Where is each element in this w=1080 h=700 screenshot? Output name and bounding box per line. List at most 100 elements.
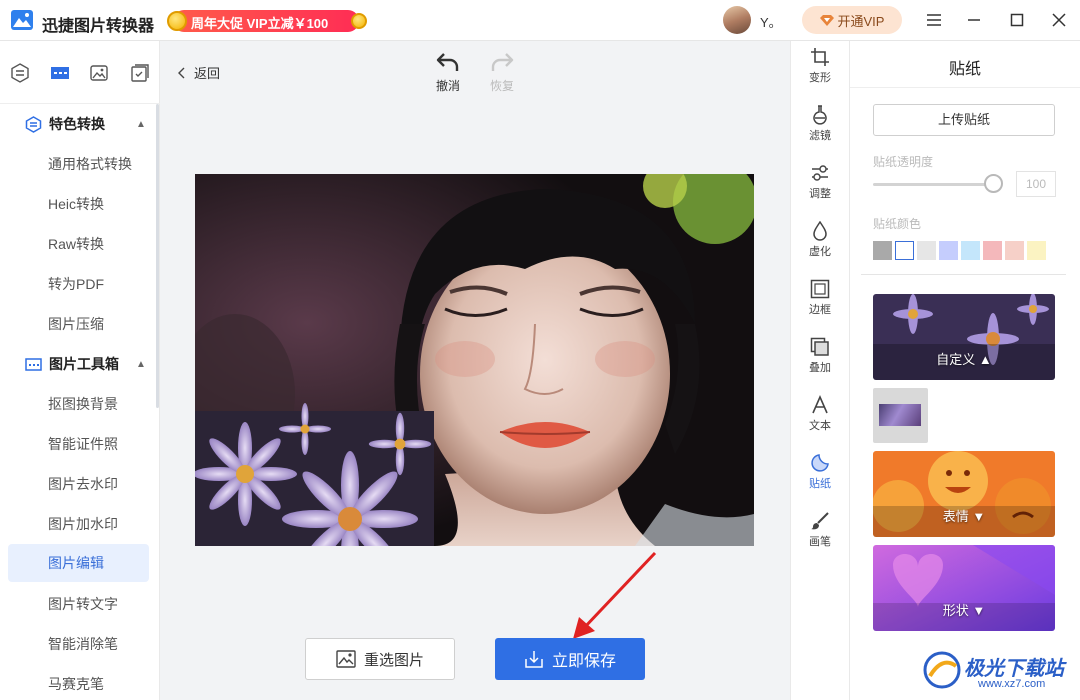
redo-label: 恢复 (489, 79, 514, 93)
category-custom[interactable]: 自定义 ▲ (873, 294, 1055, 380)
color-swatch[interactable] (873, 241, 892, 260)
caret-down-icon: ▼ (972, 603, 986, 618)
promo-text: 周年大促 VIP立减￥100 (191, 16, 329, 31)
chevron-left-icon (178, 67, 185, 78)
color-swatch[interactable] (1027, 241, 1046, 260)
tool-overlay[interactable]: 叠加 (791, 337, 849, 395)
tool-strip: 变形 滤镜 调整 虚化 边框 叠加 文本 贴纸 画笔 (790, 41, 850, 700)
nav-item-raw[interactable]: Raw转换 (8, 225, 149, 263)
tool-label: 文本 (809, 420, 831, 432)
save-label: 立即保存 (551, 653, 616, 670)
category-label: 形状 (942, 603, 969, 618)
nav-item-heic[interactable]: Heic转换 (8, 185, 149, 223)
sticker-thumbnail[interactable] (873, 388, 928, 443)
tool-transform[interactable]: 变形 (791, 47, 849, 105)
color-label: 贴纸颜色 (873, 217, 922, 231)
nav-item-image-edit[interactable]: 图片编辑 (8, 544, 149, 582)
tool-blur[interactable]: 虚化 (791, 221, 849, 279)
nav-item-eraser[interactable]: 智能消除笔 (8, 625, 149, 663)
section-label: 特色转换 (49, 116, 105, 132)
save-now-button[interactable]: 立即保存 (495, 638, 645, 680)
username[interactable]: Y。 (760, 12, 782, 31)
nav-item-id-photo[interactable]: 智能证件照 (8, 425, 149, 463)
opacity-value-input[interactable]: 100 (1016, 171, 1056, 197)
color-swatch[interactable] (895, 241, 914, 260)
promo-banner[interactable]: 周年大促 VIP立减￥100 (163, 7, 373, 35)
category-label: 表情 (942, 509, 969, 524)
frame-icon (810, 279, 830, 299)
tool-filter[interactable]: 滤镜 (791, 105, 849, 163)
watermark-url: www.xz7.com (978, 678, 1046, 690)
convert-icon (25, 115, 42, 133)
category-label: 自定义 (936, 352, 976, 367)
color-swatch[interactable] (1005, 241, 1024, 260)
batch-icon[interactable] (130, 63, 150, 83)
nav-item-mosaic[interactable]: 马赛克笔 (8, 665, 149, 700)
diamond-icon (819, 15, 834, 26)
color-swatch[interactable] (917, 241, 936, 260)
tool-label: 调整 (809, 188, 831, 200)
section-toolbox[interactable]: 图片工具箱 ▲ (0, 344, 160, 384)
tool-adjust[interactable]: 调整 (791, 163, 849, 221)
nav-item-to-pdf[interactable]: 转为PDF (8, 265, 149, 303)
sidebar-tabs (0, 41, 160, 104)
edited-photo[interactable] (195, 174, 754, 546)
tool-border[interactable]: 边框 (791, 279, 849, 337)
opacity-slider-track[interactable] (873, 183, 993, 186)
color-swatch[interactable] (961, 241, 980, 260)
close-icon[interactable] (1048, 9, 1070, 31)
app-title: 迅捷图片转换器 (42, 18, 155, 35)
convert-icon[interactable] (10, 63, 30, 83)
panel-title: 贴纸 (948, 61, 981, 78)
title-bar: 迅捷图片转换器 周年大促 VIP立减￥100 Y。 开通VIP (0, 0, 1080, 41)
tool-text[interactable]: 文本 (791, 395, 849, 453)
tool-brush[interactable]: 画笔 (791, 511, 849, 569)
nav-item-add-watermark[interactable]: 图片加水印 (8, 505, 149, 543)
section-label: 图片工具箱 (49, 356, 119, 372)
redo-icon (491, 53, 514, 71)
flower-sticker[interactable] (195, 403, 434, 546)
watermark-name: 极光下载站 (964, 658, 1064, 680)
undo-button[interactable]: 撤消 (428, 51, 468, 94)
upload-sticker-button[interactable]: 上传贴纸 (873, 104, 1055, 136)
tool-label: 变形 (809, 72, 831, 84)
image-icon[interactable] (89, 63, 109, 83)
avatar[interactable] (723, 6, 751, 34)
color-swatch[interactable] (983, 241, 1002, 260)
tool-label: 叠加 (809, 362, 831, 374)
nav-item-image-to-text[interactable]: 图片转文字 (8, 585, 149, 623)
site-watermark: 极光下载站 www.xz7.com (918, 650, 1078, 696)
sticker-icon (811, 454, 829, 472)
nav-item-general-convert[interactable]: 通用格式转换 (8, 145, 149, 183)
caret-up-icon: ▲ (978, 352, 992, 367)
back-button[interactable]: 返回 (178, 63, 220, 82)
coin-icon (351, 13, 367, 29)
nav-item-compress[interactable]: 图片压缩 (8, 305, 149, 343)
vip-label: 开通VIP (837, 13, 885, 29)
toolbox-icon[interactable] (50, 63, 70, 83)
section-special-convert[interactable]: 特色转换 ▲ (0, 104, 160, 144)
reselect-image-button[interactable]: 重选图片 (305, 638, 455, 680)
menu-icon[interactable] (923, 9, 945, 31)
tool-label: 虚化 (809, 246, 831, 258)
tool-label: 贴纸 (809, 478, 831, 490)
open-vip-button[interactable]: 开通VIP (802, 6, 902, 34)
nav-item-cutout[interactable]: 抠图换背景 (8, 385, 149, 423)
opacity-label: 贴纸透明度 (873, 155, 934, 169)
opacity-slider-thumb[interactable] (984, 174, 1003, 193)
toolbox-icon (25, 357, 42, 371)
tool-sticker[interactable]: 贴纸 (791, 453, 849, 511)
redo-button[interactable]: 恢复 (482, 51, 522, 94)
download-icon (525, 651, 543, 668)
flower-thumbnail (879, 404, 921, 426)
layers-icon (810, 337, 829, 356)
watermark-logo-icon (923, 651, 961, 689)
minimize-icon[interactable] (963, 9, 985, 31)
sticker-panel: 贴纸 上传贴纸 贴纸透明度 100 贴纸颜色 自定义 ▲ 表情 ▼ 形状 ▼ (850, 41, 1080, 700)
category-shape[interactable]: 形状 ▼ (873, 545, 1055, 631)
maximize-icon[interactable] (1006, 9, 1028, 31)
category-emoji[interactable]: 表情 ▼ (873, 451, 1055, 537)
nav-item-remove-watermark[interactable]: 图片去水印 (8, 465, 149, 503)
color-swatch[interactable] (939, 241, 958, 260)
caret-up-icon: ▲ (136, 118, 146, 130)
